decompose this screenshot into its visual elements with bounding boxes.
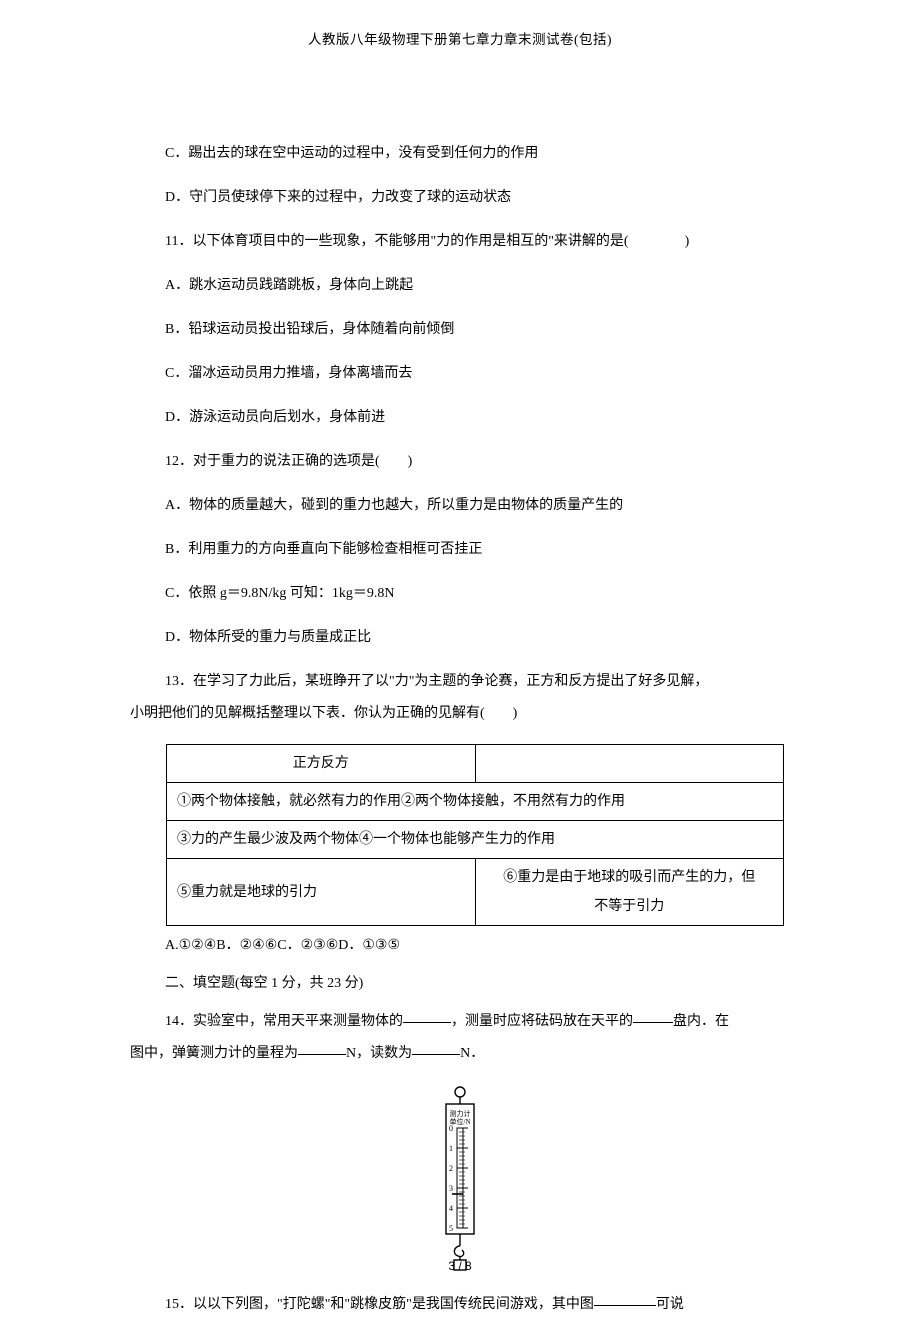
- q12-option-d: D．物体所受的重力与质量成正比: [130, 624, 790, 652]
- dynamometer-figure: 测力计 单位/N 012345: [130, 1084, 790, 1281]
- q15-text-a: 15．以以下列图，"打陀螺"和"跳橡皮筋"是我国传统民间游戏，其中图: [165, 1297, 594, 1312]
- q11-option-c: C．溜冰运动员用力推墙，身体离墙而去: [130, 360, 790, 388]
- table-row: 正方反方: [167, 745, 784, 783]
- page-footer: 3 / 8: [0, 1257, 920, 1275]
- table-cell: ③力的产生最少波及两个物体④一个物体也能够产生力的作用: [167, 821, 784, 859]
- q13-table: 正方反方 ①两个物体接触，就必然有力的作用②两个物体接触，不用然有力的作用 ③力…: [166, 744, 784, 926]
- q11-stem: 11．以下体育项目中的一些现象，不能够用"力的作用是相互的"来讲解的是( ): [130, 228, 790, 256]
- svg-text:测力计: 测力计: [450, 1109, 471, 1118]
- q10-option-c: C．踢出去的球在空中运动的过程中，没有受到任何力的作用: [130, 140, 790, 168]
- q14-line2: 图中，弹簧测力计的量程为 N，读数为 N．: [130, 1040, 790, 1068]
- q14-text-f: N．: [460, 1046, 484, 1061]
- blank: [412, 1041, 460, 1055]
- q15-line: 15．以以下列图，"打陀螺"和"跳橡皮筋"是我国传统民间游戏，其中图 可说: [130, 1291, 790, 1319]
- table-cell: ①两个物体接触，就必然有力的作用②两个物体接触，不用然有力的作用: [167, 783, 784, 821]
- q10-option-d: D．守门员使球停下来的过程中，力改变了球的运动状态: [130, 184, 790, 212]
- table-cell: 正方反方: [167, 745, 476, 783]
- blank: [403, 1009, 451, 1023]
- svg-text:0: 0: [449, 1124, 453, 1133]
- svg-text:2: 2: [449, 1164, 453, 1173]
- table-cell: ⑥重力是由于地球的吸引而产生的力，但 不等于引力: [475, 859, 784, 926]
- q11-option-a: A．跳水运动员践踏跳板，身体向上跳起: [130, 272, 790, 300]
- q13-options: A.①②④B．②④⑥C．②③⑥D．①③⑤: [130, 932, 790, 960]
- page-header: 人教版八年级物理下册第七章力章末测试卷(包括): [130, 0, 790, 50]
- section-2-title: 二、填空题(每空 1 分，共 23 分): [130, 970, 790, 998]
- dynamometer-icon: 测力计 单位/N 012345: [432, 1084, 488, 1274]
- q15-text-b: 可说: [656, 1297, 684, 1312]
- q13-stem-b: 小明把他们的见解概括整理以下表．你认为正确的见解有( ): [130, 700, 790, 728]
- svg-text:3: 3: [449, 1184, 453, 1193]
- table-cell: [475, 745, 784, 783]
- q13-stem-a: 13．在学习了力此后，某班睁开了以"力"为主题的争论赛，正方和反方提出了好多见解…: [130, 668, 790, 696]
- table-row: ⑤重力就是地球的引力 ⑥重力是由于地球的吸引而产生的力，但 不等于引力: [167, 859, 784, 926]
- blank: [633, 1009, 673, 1023]
- q12-option-c: C．依照 g＝9.8N/kg 可知：1kg＝9.8N: [130, 580, 790, 608]
- q12-option-b: B．利用重力的方向垂直向下能够检查相框可否挂正: [130, 536, 790, 564]
- q14-text-c: 盘内．在: [673, 1014, 729, 1029]
- q14-text-e: N，读数为: [346, 1046, 412, 1061]
- svg-text:5: 5: [449, 1224, 453, 1233]
- table-row: ①两个物体接触，就必然有力的作用②两个物体接触，不用然有力的作用: [167, 783, 784, 821]
- q12-stem: 12．对于重力的说法正确的选项是( ): [130, 448, 790, 476]
- q14-text-d: 图中，弹簧测力计的量程为: [130, 1046, 298, 1061]
- page-number: 3 / 8: [448, 1259, 471, 1273]
- svg-text:1: 1: [449, 1144, 453, 1153]
- svg-text:4: 4: [449, 1204, 453, 1213]
- table-row: ③力的产生最少波及两个物体④一个物体也能够产生力的作用: [167, 821, 784, 859]
- table-cell-line: 不等于引力: [482, 896, 778, 917]
- q14-text-a: 14．实验室中，常用天平来测量物体的: [165, 1014, 403, 1029]
- q14-line1: 14．实验室中，常用天平来测量物体的 ，测量时应将砝码放在天平的 盘内．在: [130, 1008, 790, 1036]
- blank: [594, 1292, 656, 1306]
- table-cell-line: ⑥重力是由于地球的吸引而产生的力，但: [482, 867, 778, 888]
- q11-option-d: D．游泳运动员向后划水，身体前进: [130, 404, 790, 432]
- content: C．踢出去的球在空中运动的过程中，没有受到任何力的作用 D．守门员使球停下来的过…: [130, 50, 790, 1319]
- q11-option-b: B．铅球运动员投出铅球后，身体随着向前倾倒: [130, 316, 790, 344]
- blank: [298, 1041, 346, 1055]
- header-title: 人教版八年级物理下册第七章力章末测试卷(包括): [308, 32, 612, 47]
- q14-text-b: ，测量时应将砝码放在天平的: [451, 1014, 633, 1029]
- table-cell: ⑤重力就是地球的引力: [167, 859, 476, 926]
- q12-option-a: A．物体的质量越大，碰到的重力也越大，所以重力是由物体的质量产生的: [130, 492, 790, 520]
